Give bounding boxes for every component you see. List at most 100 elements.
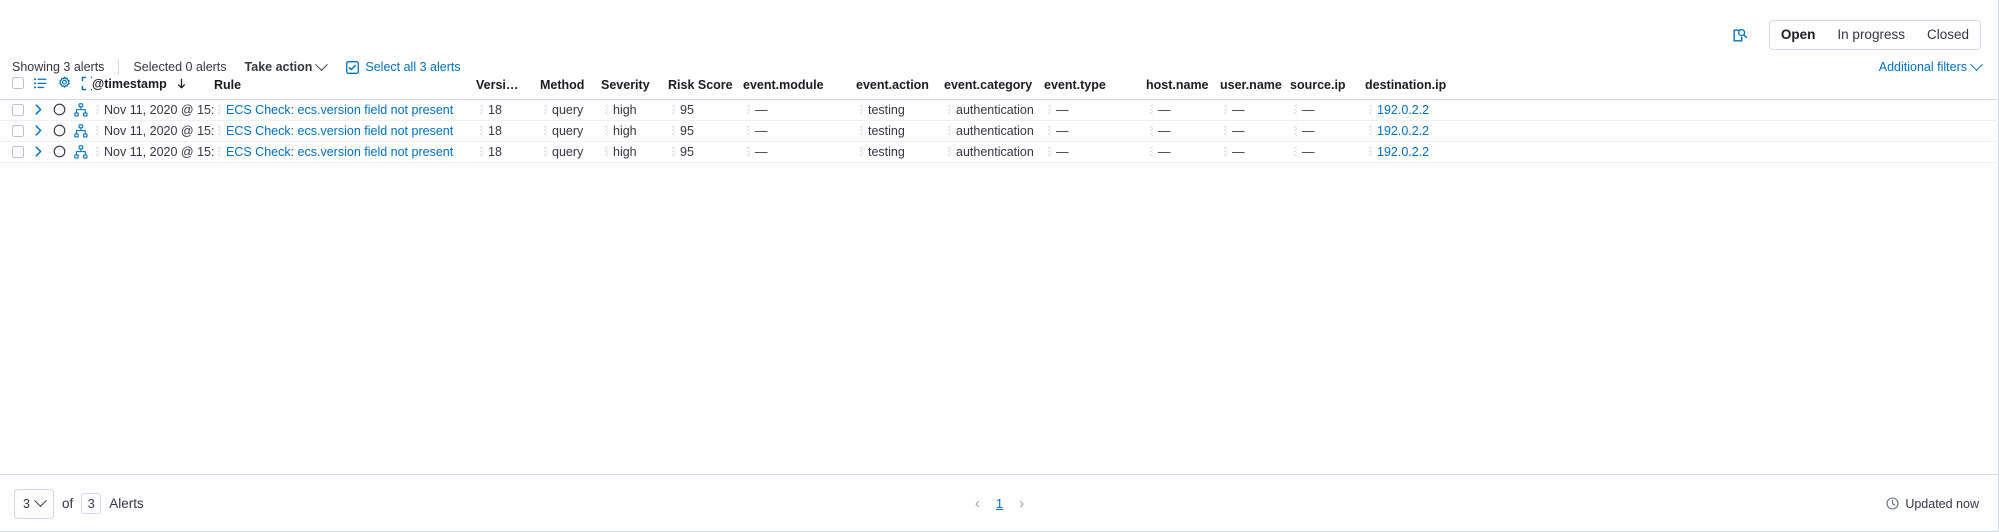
cell-method[interactable]: query bbox=[540, 141, 601, 163]
expand-chevron-icon[interactable] bbox=[32, 122, 45, 139]
rows-per-page-select[interactable]: 3 bbox=[14, 488, 54, 519]
cell-drag-handle-icon[interactable] bbox=[672, 103, 675, 115]
analyze-event-circle-icon[interactable] bbox=[53, 101, 66, 118]
cell-drag-handle-icon[interactable] bbox=[1294, 145, 1297, 157]
analyze-event-circle-icon[interactable] bbox=[53, 122, 66, 139]
cell-drag-handle-icon[interactable] bbox=[480, 103, 483, 115]
cell-drag-handle-icon[interactable] bbox=[1048, 103, 1051, 115]
cell-event-module[interactable]: — bbox=[743, 120, 856, 142]
cell-drag-handle-icon[interactable] bbox=[948, 145, 951, 157]
cell-drag-handle-icon[interactable] bbox=[1369, 145, 1372, 157]
cell-event-action[interactable]: testing bbox=[856, 141, 944, 163]
cell-drag-handle-icon[interactable] bbox=[1224, 103, 1227, 115]
cell-event-category[interactable]: authentication bbox=[944, 99, 1044, 121]
table-row[interactable]: Nov 11, 2020 @ 15:35:18.143 ECS Check: ec… bbox=[0, 120, 1999, 142]
cell-drag-handle-icon[interactable] bbox=[218, 145, 221, 157]
cell-destination-ip[interactable]: 192.0.2.2 bbox=[1365, 120, 1999, 142]
cell-drag-handle-icon[interactable] bbox=[1150, 124, 1153, 136]
cell-timestamp[interactable]: Nov 11, 2020 @ 15:35:18.143 bbox=[92, 99, 214, 121]
cell-drag-handle-icon[interactable] bbox=[218, 124, 221, 136]
next-page-button[interactable]: › bbox=[1019, 496, 1024, 511]
settings-gear-icon[interactable] bbox=[57, 75, 72, 92]
cell-drag-handle-icon[interactable] bbox=[860, 124, 863, 136]
cell-event-action[interactable]: testing bbox=[856, 120, 944, 142]
cell-drag-handle-icon[interactable] bbox=[1294, 124, 1297, 136]
cell-event-module[interactable]: — bbox=[743, 141, 856, 163]
status-filter-open[interactable]: Open bbox=[1769, 21, 1827, 49]
status-filter-in-progress[interactable]: In progress bbox=[1826, 21, 1916, 49]
cell-drag-handle-icon[interactable] bbox=[1369, 124, 1372, 136]
cell-source-ip[interactable]: — bbox=[1290, 99, 1365, 121]
cell-drag-handle-icon[interactable] bbox=[1294, 103, 1297, 115]
cell-drag-handle-icon[interactable] bbox=[948, 124, 951, 136]
cell-severity[interactable]: high bbox=[601, 99, 668, 121]
column-header-source-ip[interactable]: source.ip bbox=[1290, 74, 1365, 100]
column-header-event-action[interactable]: event.action bbox=[856, 74, 944, 100]
cell-drag-handle-icon[interactable] bbox=[747, 124, 750, 136]
table-row[interactable]: Nov 11, 2020 @ 15:35:18.142 ECS Check: ec… bbox=[0, 141, 1999, 163]
cell-drag-handle-icon[interactable] bbox=[860, 103, 863, 115]
cell-drag-handle-icon[interactable] bbox=[480, 124, 483, 136]
cell-drag-handle-icon[interactable] bbox=[544, 103, 547, 115]
cell-drag-handle-icon[interactable] bbox=[605, 103, 608, 115]
event-renderer-icon[interactable] bbox=[33, 75, 48, 92]
cell-drag-handle-icon[interactable] bbox=[1224, 145, 1227, 157]
cell-drag-handle-icon[interactable] bbox=[96, 124, 99, 136]
table-row[interactable]: Nov 11, 2020 @ 15:35:18.143 ECS Check: ec… bbox=[0, 99, 1999, 121]
cell-drag-handle-icon[interactable] bbox=[747, 145, 750, 157]
column-header-method[interactable]: Method bbox=[540, 74, 601, 100]
cell-drag-handle-icon[interactable] bbox=[480, 145, 483, 157]
cell-drag-handle-icon[interactable] bbox=[605, 145, 608, 157]
cell-host-name[interactable]: — bbox=[1146, 120, 1220, 142]
cell-user-name[interactable]: — bbox=[1220, 99, 1290, 121]
analyze-event-circle-icon[interactable] bbox=[53, 143, 66, 160]
analyzer-graph-icon[interactable] bbox=[74, 122, 88, 139]
cell-drag-handle-icon[interactable] bbox=[544, 124, 547, 136]
column-header-version[interactable]: Versi… bbox=[476, 74, 540, 100]
cell-event-type[interactable]: — bbox=[1044, 120, 1146, 142]
cell-event-module[interactable]: — bbox=[743, 99, 856, 121]
column-header-rule[interactable]: Rule bbox=[214, 74, 476, 100]
column-header-event-category[interactable]: event.category bbox=[944, 74, 1044, 100]
cell-drag-handle-icon[interactable] bbox=[96, 103, 99, 115]
alert-status-filter-group[interactable]: Open In progress Closed bbox=[1768, 20, 1981, 50]
cell-drag-handle-icon[interactable] bbox=[218, 103, 221, 115]
column-header-timestamp[interactable]: @timestamp bbox=[92, 74, 214, 100]
cell-drag-handle-icon[interactable] bbox=[860, 145, 863, 157]
expand-chevron-icon[interactable] bbox=[32, 143, 45, 160]
cell-destination-ip[interactable]: 192.0.2.2 bbox=[1365, 99, 1999, 121]
cell-source-ip[interactable]: — bbox=[1290, 120, 1365, 142]
cell-severity[interactable]: high bbox=[601, 141, 668, 163]
cell-drag-handle-icon[interactable] bbox=[948, 103, 951, 115]
cell-version[interactable]: 18 bbox=[476, 120, 540, 142]
cell-method[interactable]: query bbox=[540, 120, 601, 142]
cell-drag-handle-icon[interactable] bbox=[605, 124, 608, 136]
cell-event-type[interactable]: — bbox=[1044, 141, 1146, 163]
cell-timestamp[interactable]: Nov 11, 2020 @ 15:35:18.143 bbox=[92, 120, 214, 142]
cell-risk-score[interactable]: 95 bbox=[668, 141, 743, 163]
cell-drag-handle-icon[interactable] bbox=[672, 145, 675, 157]
row-select-checkbox[interactable] bbox=[12, 122, 24, 139]
cell-host-name[interactable]: — bbox=[1146, 141, 1220, 163]
previous-page-button[interactable]: ‹ bbox=[975, 496, 980, 511]
cell-drag-handle-icon[interactable] bbox=[672, 124, 675, 136]
cell-drag-handle-icon[interactable] bbox=[1048, 124, 1051, 136]
select-all-rows-checkbox[interactable] bbox=[12, 75, 24, 92]
cell-risk-score[interactable]: 95 bbox=[668, 99, 743, 121]
cell-source-ip[interactable]: — bbox=[1290, 141, 1365, 163]
cell-event-action[interactable]: testing bbox=[856, 99, 944, 121]
cell-event-type[interactable]: — bbox=[1044, 99, 1146, 121]
cell-user-name[interactable]: — bbox=[1220, 141, 1290, 163]
row-select-checkbox[interactable] bbox=[12, 101, 24, 118]
cell-risk-score[interactable]: 95 bbox=[668, 120, 743, 142]
column-header-host-name[interactable]: host.name bbox=[1146, 74, 1220, 100]
cell-version[interactable]: 18 bbox=[476, 99, 540, 121]
cell-drag-handle-icon[interactable] bbox=[747, 103, 750, 115]
cell-destination-ip[interactable]: 192.0.2.2 bbox=[1365, 141, 1999, 163]
column-header-risk-score[interactable]: Risk Score bbox=[668, 74, 743, 100]
cell-drag-handle-icon[interactable] bbox=[544, 145, 547, 157]
cell-version[interactable]: 18 bbox=[476, 141, 540, 163]
cell-timestamp[interactable]: Nov 11, 2020 @ 15:35:18.142 bbox=[92, 141, 214, 163]
column-header-event-module[interactable]: event.module bbox=[743, 74, 856, 100]
full-screen-icon[interactable] bbox=[81, 75, 92, 92]
